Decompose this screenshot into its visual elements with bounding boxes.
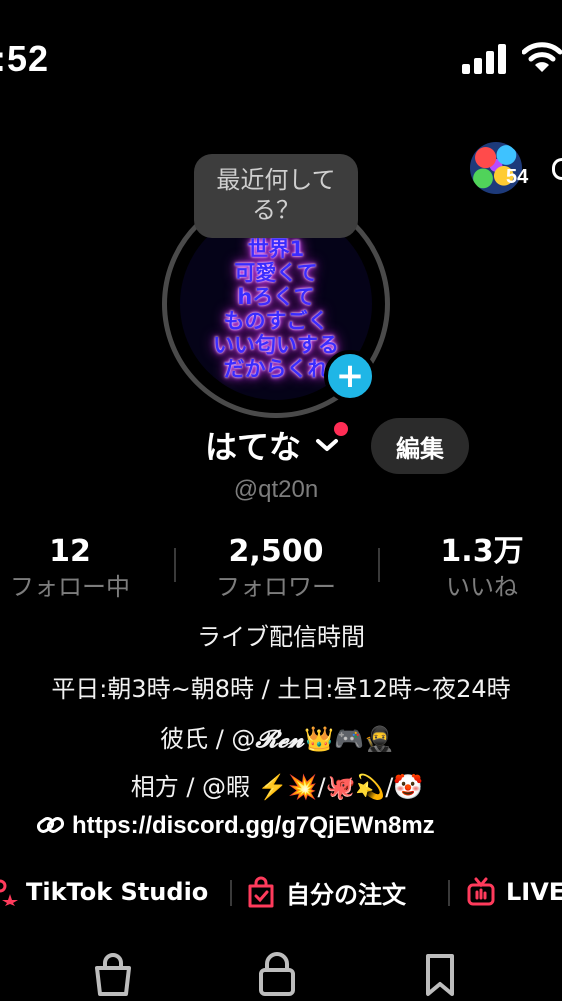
notification-dot xyxy=(334,422,348,436)
stat-followers-value: 2,500 xyxy=(228,534,324,569)
gift-badge-count: 54 xyxy=(506,166,529,188)
my-orders-label: 自分の注文 xyxy=(286,880,406,909)
bio-mention-ren[interactable]: 𝓡𝓮𝓷 xyxy=(255,724,304,753)
link-icon xyxy=(36,817,65,833)
tool-divider xyxy=(230,880,232,906)
wifi-icon xyxy=(522,42,562,72)
stat-followers[interactable]: 2,500 フォロワー xyxy=(196,534,356,602)
bio-line-2: 平日:朝3時~朝8時 / 土日:昼12時~夜24時 xyxy=(51,675,511,703)
edit-profile-button[interactable]: 編集 xyxy=(371,418,469,474)
status-time: :52 xyxy=(0,38,50,79)
signal-icon xyxy=(462,44,510,74)
my-orders-button[interactable]: 自分の注文 xyxy=(246,872,406,912)
chevron-down-icon[interactable] xyxy=(313,432,341,456)
shopping-bag-check-icon xyxy=(248,876,274,908)
profile-name[interactable]: はてな xyxy=(205,422,301,468)
studio-icon xyxy=(0,879,18,906)
tool-divider xyxy=(448,880,450,906)
status-bubble[interactable]: 最近何して る？ xyxy=(194,154,358,238)
bio-link[interactable]: https://discord.gg/g7QjEWn8mz xyxy=(36,812,435,840)
add-story-button[interactable]: + xyxy=(324,350,376,402)
stat-following[interactable]: 12 フォロー中 xyxy=(0,534,140,602)
live-label: LIVE xyxy=(506,878,562,906)
stat-likes-value: 1.3万 xyxy=(440,534,524,569)
stat-likes[interactable]: 1.3万 いいね xyxy=(412,534,552,602)
tiktok-studio-label: TikTok Studio xyxy=(26,878,209,906)
bio-line-1: ライブ配信時間 xyxy=(197,623,365,651)
shopping-bag-icon[interactable] xyxy=(91,950,135,998)
bio-line-3-prefix: 彼氏 / @ xyxy=(160,725,256,753)
partial-edge-icon[interactable] xyxy=(552,158,562,180)
bio-line-3: 彼氏 / @𝓡𝓮𝓷👑🎮🥷 xyxy=(0,724,558,754)
tiktok-studio-button[interactable]: TikTok Studio xyxy=(0,872,208,912)
stat-likes-label: いいね xyxy=(446,573,518,601)
bookmark-icon[interactable] xyxy=(418,950,462,998)
stat-following-value: 12 xyxy=(49,534,91,569)
lock-icon[interactable] xyxy=(255,950,299,998)
profile-screen: :52 54 世界1 可愛くて hろくて ものすごく いい匂いする だからくれ … xyxy=(0,0,562,1001)
stat-following-label: フォロー中 xyxy=(10,573,130,601)
live-button[interactable]: LIVE xyxy=(466,872,562,912)
creator-tools-row: TikTok Studio 自分の注文 LIVE xyxy=(0,872,562,912)
avatar-text: 世界1 可愛くて hろくて ものすごく いい匂いする だからくれ xyxy=(213,237,339,381)
stat-followers-label: フォロワー xyxy=(216,573,336,601)
bio-link-text: https://discord.gg/g7QjEWn8mz xyxy=(72,812,435,839)
stat-divider xyxy=(378,548,380,582)
live-tv-icon xyxy=(467,877,495,906)
bio-line-4: 相方 / @暇 ⚡️💥/🐙💫/🤡 xyxy=(130,773,424,801)
stat-divider xyxy=(174,548,176,582)
bio-line-3-emoji: 👑🎮🥷 xyxy=(304,725,394,753)
username-handle: @qt20n xyxy=(233,476,319,503)
